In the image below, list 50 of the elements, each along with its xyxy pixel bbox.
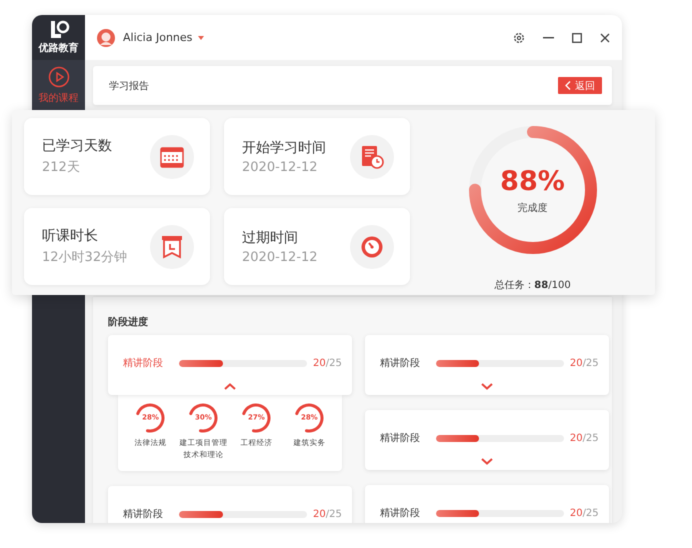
ring-icon [241, 403, 272, 433]
play-icon [48, 66, 70, 88]
ring-icon [188, 403, 218, 433]
completion-label: 完成度 [518, 202, 548, 214]
stage-count: 20/25 [313, 508, 342, 520]
section-title: 阶段进度 [108, 315, 149, 329]
stat-value: 12小时32分钟 [42, 249, 128, 266]
stat-value: 2020-12-12 [242, 160, 319, 174]
page-title: 学习报告 [109, 80, 149, 92]
stage-card[interactable]: 精讲阶段 20/25 [364, 485, 609, 523]
minimize-icon[interactable] [543, 36, 554, 38]
settings-icon[interactable] [513, 32, 525, 44]
avatar-icon[interactable] [97, 28, 115, 46]
chevron-icon[interactable] [480, 383, 493, 390]
chevron-icon[interactable] [224, 383, 236, 390]
ring-icon [135, 403, 166, 433]
stage-count: 20/25 [570, 508, 599, 518]
stage-card[interactable]: 精讲阶段 20/25 [364, 335, 609, 395]
caret-icon[interactable] [198, 36, 204, 40]
notebook-clock-icon [360, 144, 384, 168]
stage-card[interactable]: 精讲阶段 20/25 [108, 335, 352, 395]
stage-count: 20/25 [570, 432, 599, 444]
stage-name: 精讲阶段 [123, 356, 164, 370]
stage-count: 20/25 [570, 358, 599, 368]
gauge-icon [360, 234, 384, 258]
stat-title: 听课时长 [42, 227, 99, 245]
stage-name: 精讲阶段 [123, 508, 164, 521]
ring-icon [294, 403, 324, 433]
stat-title: 过期时间 [242, 228, 299, 246]
stat-value: 212天 [42, 159, 81, 176]
calendar-icon [160, 146, 184, 168]
chevron-icon [565, 81, 571, 90]
stage-card[interactable]: 精讲阶段 20/25 [108, 486, 352, 523]
total-tasks: 总任务：88/100 [494, 278, 571, 292]
back-button[interactable]: 返回 [558, 77, 602, 94]
stage-card[interactable]: 精讲阶段 20/25 [364, 410, 609, 470]
banner-icon [161, 234, 183, 258]
stat-title: 已学习天数 [42, 137, 112, 155]
stat-title: 开始学习时间 [242, 138, 326, 156]
close-icon[interactable] [600, 32, 610, 42]
chevron-icon[interactable] [480, 458, 493, 465]
logo-text: 优路教育 [38, 41, 78, 55]
stage-name: 精讲阶段 [380, 432, 421, 445]
user-name[interactable]: Alicia Jonnes [123, 31, 192, 44]
maximize-icon[interactable] [572, 32, 582, 42]
stage-name: 精讲阶段 [380, 506, 421, 520]
completion-percent: 88% [500, 166, 565, 196]
stat-value: 2020-12-12 [242, 250, 318, 264]
stage-count: 20/25 [313, 358, 342, 368]
stage-name: 精讲阶段 [380, 356, 421, 370]
